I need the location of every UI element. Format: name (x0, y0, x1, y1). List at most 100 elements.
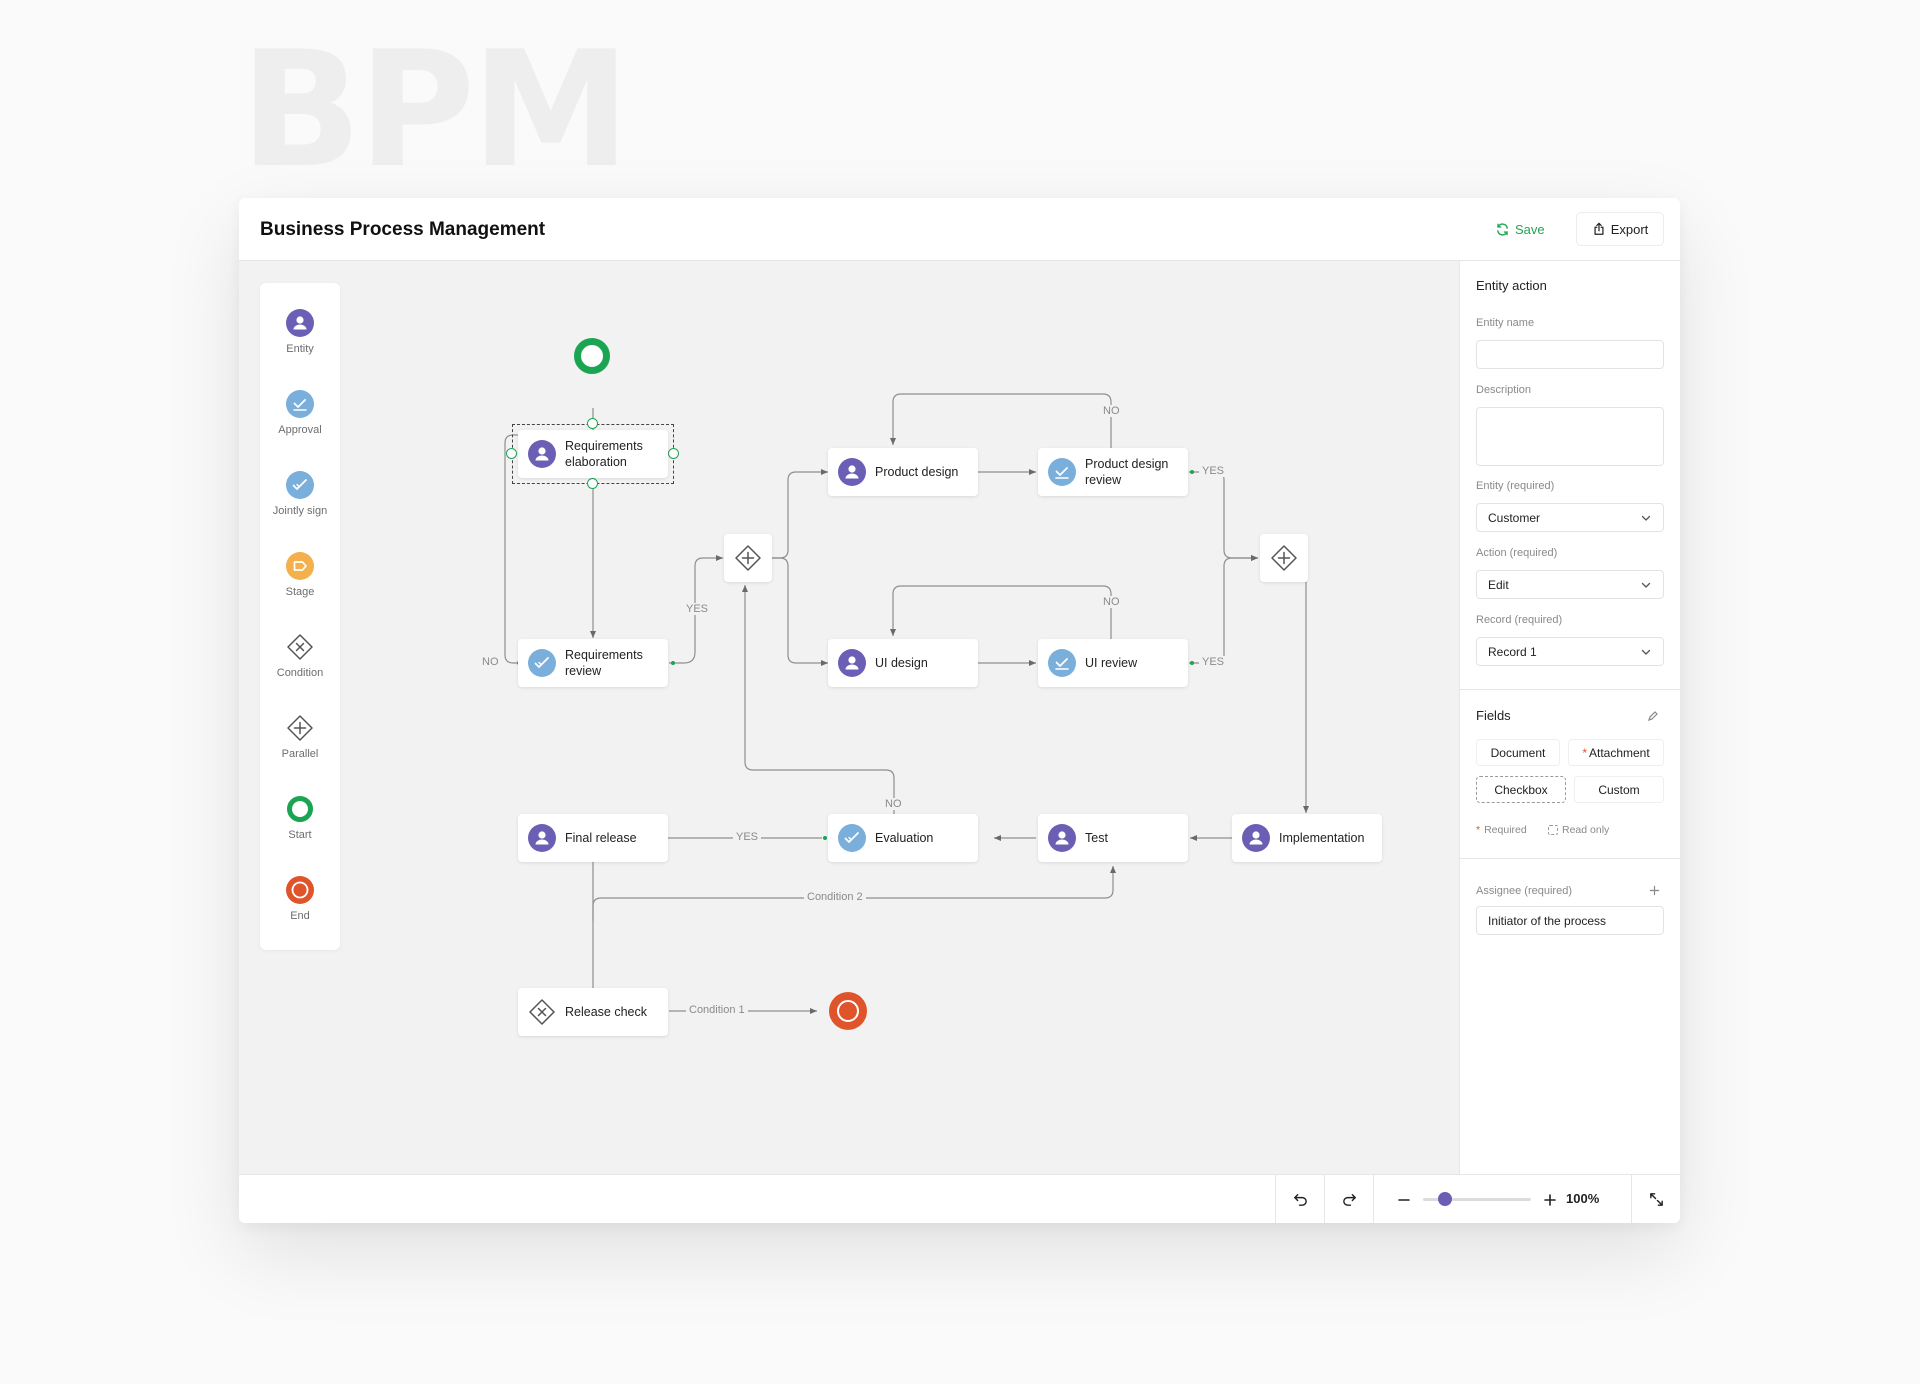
pencil-icon[interactable] (1647, 710, 1659, 722)
double-check-icon (838, 824, 866, 852)
tag-icon (286, 552, 314, 580)
export-label: Export (1610, 221, 1649, 237)
edge-label-no: NO (479, 656, 502, 668)
background-title: BPM (240, 16, 630, 203)
approval-check-icon (1048, 458, 1076, 486)
user-icon (1242, 824, 1270, 852)
add-icon[interactable] (1649, 885, 1660, 896)
zoom-slider-handle[interactable] (1438, 1192, 1452, 1206)
user-icon (528, 440, 556, 468)
export-button[interactable]: Export (1576, 212, 1664, 246)
connection-handle-top[interactable] (587, 418, 598, 429)
parallel-gateway-split[interactable] (724, 534, 772, 582)
process-canvas[interactable]: Entity Approval Jointly sign Stage Condi… (239, 261, 1459, 1174)
panel-title: Entity action (1476, 278, 1547, 293)
divider (1460, 858, 1680, 859)
end-event[interactable] (829, 992, 867, 1030)
node-requirements-review[interactable]: Requirements review (518, 639, 668, 687)
double-check-icon (286, 471, 314, 499)
assignee-label: Assignee (required) (1476, 885, 1572, 897)
palette-item-stage[interactable]: Stage (260, 552, 340, 598)
node-label: Final release (565, 831, 637, 845)
entity-name-label: Entity name (1476, 317, 1535, 329)
node-product-design[interactable]: Product design (828, 448, 978, 496)
node-release-check[interactable]: Release check (518, 988, 668, 1036)
plus-icon (1544, 1193, 1556, 1206)
description-label: Description (1476, 384, 1532, 396)
edge-label-yes: YES (733, 831, 762, 843)
palette-item-approval[interactable]: Approval (260, 390, 340, 436)
user-icon (838, 458, 866, 486)
undo-button[interactable] (1276, 1175, 1324, 1223)
entity-label: Entity (required) (1476, 480, 1555, 492)
edge-label-yes: YES (1199, 656, 1228, 668)
start-event[interactable] (574, 338, 610, 374)
connection-handle-left[interactable] (506, 448, 517, 459)
bpm-window: Business Process Management Save Export (239, 198, 1680, 1223)
connection-handle-bottom[interactable] (587, 478, 598, 489)
palette-item-entity[interactable]: Entity (260, 309, 340, 355)
node-requirements-elaboration[interactable]: Requirements elaboration (518, 430, 668, 478)
legend-required: * Required (1476, 824, 1527, 836)
zoom-out-button[interactable] (1389, 1175, 1419, 1223)
palette-item-condition[interactable]: Condition (260, 633, 340, 679)
user-icon (838, 649, 866, 677)
palette-item-jointly-sign[interactable]: Jointly sign (260, 471, 340, 517)
zoom-level: 100% (1566, 1191, 1600, 1206)
edge-label-yes: YES (683, 603, 712, 615)
parallel-diamond-icon (1271, 545, 1297, 571)
action-label: Action (required) (1476, 547, 1558, 559)
palette-item-end[interactable]: End (260, 876, 340, 922)
zoom-slider[interactable] (1423, 1192, 1531, 1206)
start-circle-icon (286, 795, 314, 823)
node-label: Release check (565, 1005, 647, 1019)
node-label: UI review (1085, 656, 1138, 670)
field-chip-attachment[interactable]: * Attachment (1568, 739, 1664, 766)
node-final-release[interactable]: Final release (518, 814, 668, 862)
palette-label: Parallel (281, 748, 319, 760)
end-circle-icon (286, 876, 314, 904)
redo-icon (1342, 1194, 1356, 1206)
undo-icon (1293, 1194, 1307, 1206)
edge-label-condition-1: Condition 1 (686, 1004, 748, 1016)
fullscreen-button[interactable] (1632, 1175, 1680, 1223)
end-ring (837, 1000, 859, 1022)
redo-button[interactable] (1325, 1175, 1373, 1223)
double-check-icon (528, 649, 556, 677)
node-implementation[interactable]: Implementation (1232, 814, 1382, 862)
node-product-design-review[interactable]: Product design review (1038, 448, 1188, 496)
palette-item-start[interactable]: Start (260, 795, 340, 841)
entity-select[interactable]: Customer (1476, 503, 1664, 532)
entity-select-value: Customer (1488, 510, 1541, 525)
node-ui-design[interactable]: UI design (828, 639, 978, 687)
palette-item-parallel[interactable]: Parallel (260, 714, 340, 760)
node-label: UI design (875, 656, 928, 670)
node-ui-review[interactable]: UI review (1038, 639, 1188, 687)
node-test[interactable]: Test (1038, 814, 1188, 862)
description-field[interactable] (1476, 407, 1664, 466)
user-icon (1048, 824, 1076, 852)
field-chip-document[interactable]: Document (1476, 739, 1560, 766)
parallel-gateway-join[interactable] (1260, 534, 1308, 582)
assignee-field[interactable]: Initiator of the process (1476, 906, 1664, 935)
legend-readonly: Read only (1548, 824, 1609, 836)
zoom-in-button[interactable] (1535, 1175, 1565, 1223)
connection-handle-right[interactable] (668, 448, 679, 459)
record-select[interactable]: Record 1 (1476, 637, 1664, 666)
entity-name-field[interactable] (1476, 340, 1664, 369)
field-chip-custom[interactable]: Custom (1574, 776, 1664, 803)
chip-label: Attachment (1588, 745, 1650, 760)
record-label: Record (required) (1476, 614, 1563, 626)
save-button[interactable]: Save (1495, 213, 1555, 246)
action-select[interactable]: Edit (1476, 570, 1664, 599)
chip-label: Checkbox (1494, 782, 1548, 797)
divider (1373, 1175, 1374, 1223)
node-evaluation[interactable]: Evaluation (828, 814, 978, 862)
properties-panel: Entity action Entity name Description En… (1459, 261, 1680, 1174)
chip-label: Custom (1598, 782, 1640, 797)
element-palette: Entity Approval Jointly sign Stage Condi… (260, 283, 340, 950)
palette-label: Start (288, 829, 312, 841)
parallel-diamond-icon (286, 714, 314, 742)
field-chip-checkbox[interactable]: Checkbox (1476, 776, 1566, 803)
chip-label: Document (1490, 745, 1546, 760)
